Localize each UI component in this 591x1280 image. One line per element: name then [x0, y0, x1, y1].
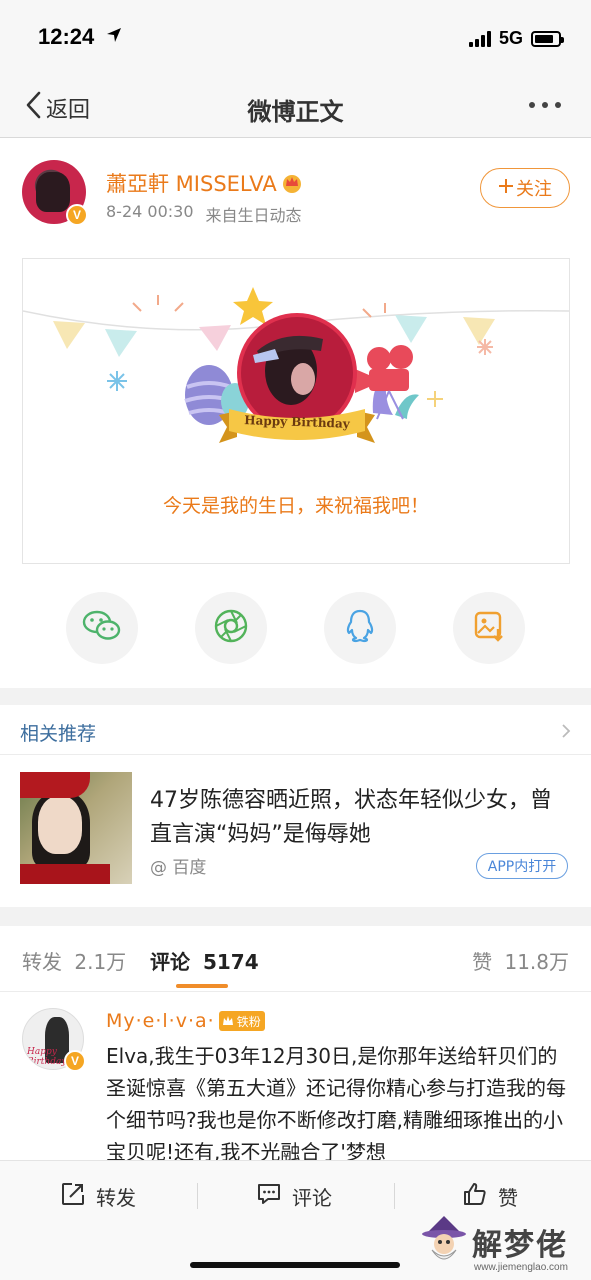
comment-label: 评论: [292, 1185, 332, 1210]
home-indicator: [190, 1262, 400, 1268]
status-indicators: 5G: [468, 28, 564, 49]
moments-icon: [213, 608, 249, 648]
repost-icon: [60, 1181, 86, 1212]
signal-icon: [468, 30, 491, 47]
chevron-right-icon: [561, 723, 571, 743]
post-source: 来自生日动态: [205, 206, 302, 225]
repost-button[interactable]: 转发: [60, 1181, 136, 1211]
related-article[interactable]: 47岁陈德容晒近照，状态年轻似少女，曾直言演“妈妈”是侮辱她 @ 百度 APP内…: [0, 756, 591, 906]
related-title: 相关推荐: [20, 723, 97, 745]
verified-badge-icon: V: [66, 204, 88, 226]
plus-icon: [498, 178, 514, 199]
tab-likes-label: 赞: [472, 950, 493, 974]
share-wechat-button[interactable]: [66, 592, 138, 664]
author-avatar[interactable]: V: [22, 160, 88, 226]
location-arrow-icon: [106, 27, 122, 47]
comment-button[interactable]: 评论: [256, 1181, 332, 1211]
share-moments-button[interactable]: [195, 592, 267, 664]
section-divider: [0, 907, 591, 926]
follow-label: 关注: [516, 179, 552, 200]
section-divider: [0, 688, 591, 705]
birthday-card[interactable]: Happy Birthday 今天是我的生日，来祝福我吧！: [22, 258, 570, 564]
page-title: 微博正文: [247, 98, 344, 126]
author-name-text: 蕭亞軒 MISSELVA: [106, 172, 277, 196]
tab-reposts-count: 2.1万: [74, 950, 127, 974]
tab-reposts-label: 转发: [22, 950, 62, 974]
watermark: 解梦佬 www.jiemenglao.com: [418, 1212, 588, 1276]
repost-label: 转发: [96, 1185, 136, 1210]
watermark-url: www.jiemenglao.com: [474, 1262, 568, 1273]
wechat-icon: [82, 609, 122, 647]
divider: [197, 1183, 198, 1209]
divider: [394, 1183, 395, 1209]
post-timestamp: 8-24 00:30: [106, 202, 194, 221]
active-tab-indicator: [176, 984, 228, 988]
status-bar: 12:24 5G: [0, 0, 591, 76]
like-button[interactable]: 赞: [462, 1181, 518, 1211]
status-time: 12:24: [38, 24, 95, 49]
tab-comments[interactable]: 评论 5174: [150, 946, 259, 975]
verified-badge-icon: V: [64, 1050, 86, 1072]
commenter-avatar[interactable]: Happy Birthday V: [22, 1008, 86, 1072]
commenter-name[interactable]: My·e·l·v·a· 铁粉: [106, 1010, 265, 1032]
author-name[interactable]: 蕭亞軒 MISSELVA: [106, 168, 303, 198]
like-label: 赞: [498, 1185, 518, 1210]
more-options-icon[interactable]: [529, 102, 561, 108]
post-meta: 8-24 00:30 来自生日动态: [106, 202, 302, 226]
article-thumbnail: [20, 772, 132, 884]
article-headline: 47岁陈德容晒近照，状态年轻似少女，曾直言演“妈妈”是侮辱她: [150, 788, 552, 847]
tab-likes[interactable]: 赞 11.8万: [472, 946, 569, 975]
tab-likes-count: 11.8万: [504, 950, 569, 974]
birthday-illustration: [23, 287, 569, 443]
tab-comments-count: 5174: [202, 950, 259, 974]
fan-badge: 铁粉: [218, 1011, 265, 1031]
battery-icon: [531, 30, 564, 47]
crown-icon: [281, 173, 303, 193]
follow-button[interactable]: 关注: [480, 168, 570, 208]
open-in-app-button[interactable]: APP内打开: [476, 853, 568, 879]
birthday-message: 今天是我的生日，来祝福我吧！: [162, 495, 429, 517]
watermark-text: 解梦佬: [472, 1228, 568, 1263]
thumbs-up-icon: [462, 1181, 488, 1212]
interaction-tabs: 转发 2.1万 评论 5174 赞 11.8万: [0, 926, 591, 992]
wizard-logo-icon: [422, 1216, 466, 1260]
save-image-icon: [472, 609, 506, 647]
fan-badge-label: 铁粉: [236, 1014, 261, 1029]
share-qq-button[interactable]: [324, 592, 396, 664]
nav-bar: 返回 微博正文: [0, 76, 591, 138]
qq-icon: [344, 608, 376, 648]
crown-icon: [222, 1016, 233, 1025]
commenter-name-text: My·e·l·v·a·: [106, 1010, 215, 1032]
save-image-button[interactable]: [453, 592, 525, 664]
network-type: 5G: [498, 28, 523, 48]
article-source: @ 百度: [150, 858, 207, 878]
comment-icon: [256, 1181, 282, 1212]
related-header[interactable]: 相关推荐: [0, 705, 591, 755]
tab-comments-label: 评论: [150, 950, 190, 974]
share-row: [0, 592, 591, 664]
comment-text: Elva,我生于03年12月30日,是你那年送给轩贝们的圣诞惊喜《第五大道》还记…: [106, 1044, 566, 1160]
tab-reposts[interactable]: 转发 2.1万: [22, 946, 126, 975]
